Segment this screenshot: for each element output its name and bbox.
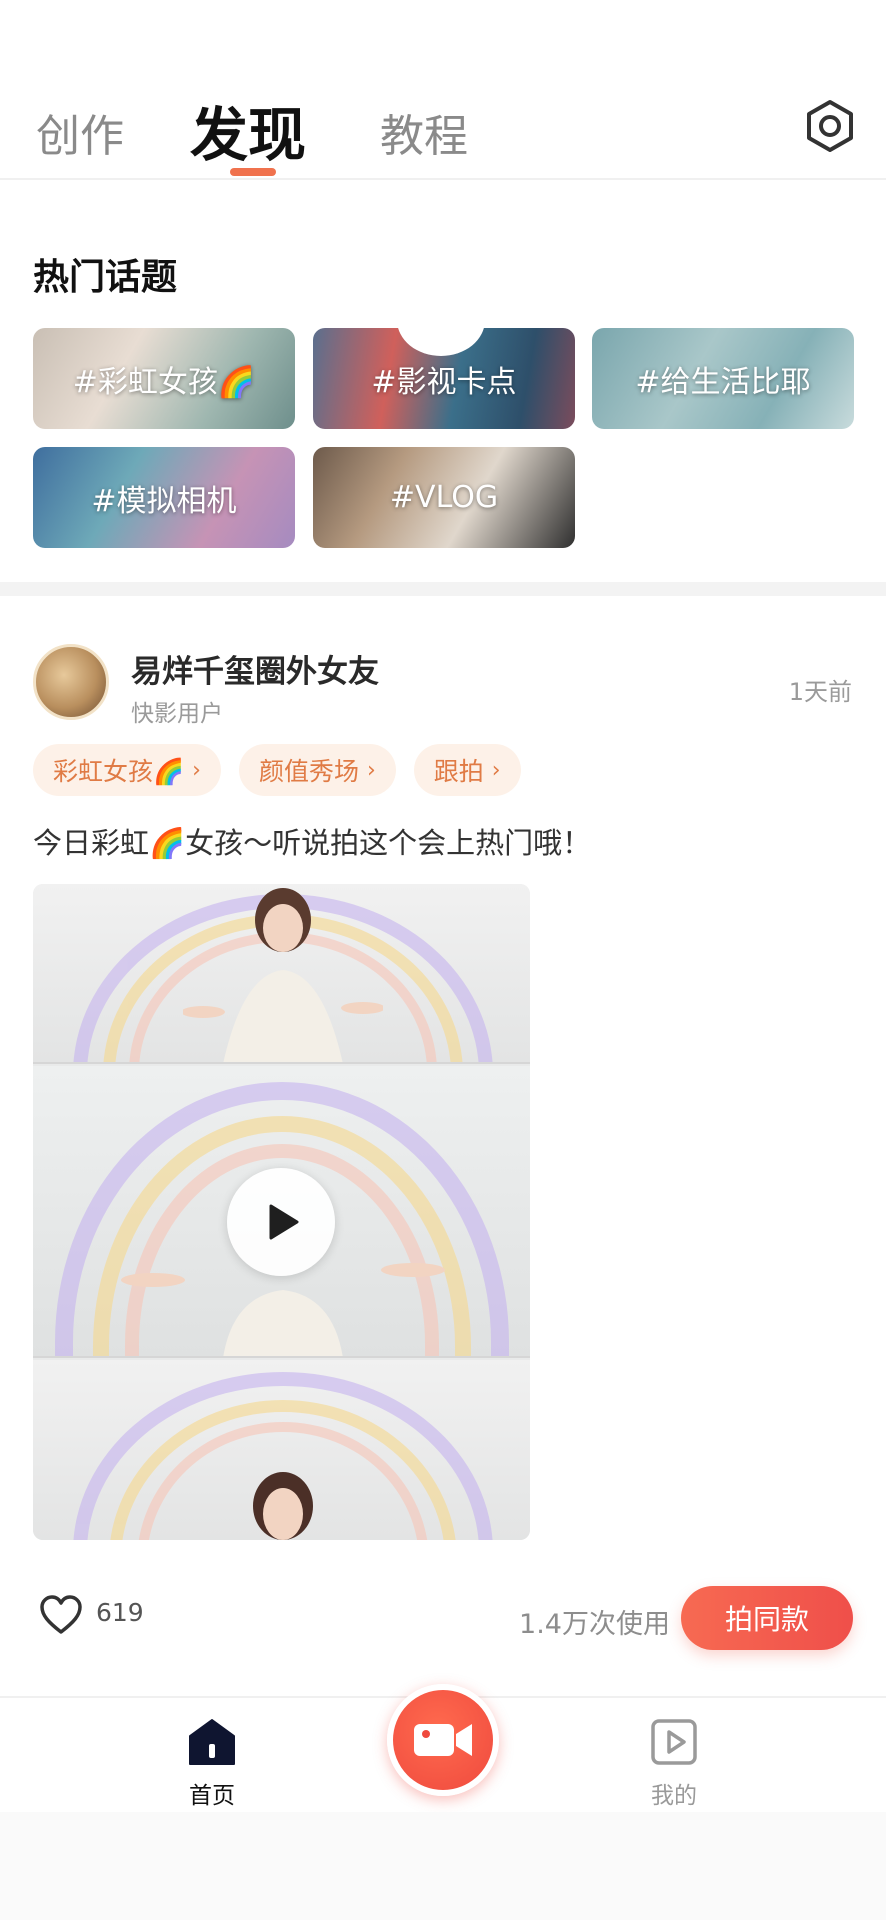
video-frame (33, 884, 530, 1064)
usage-count: 1.4万次使用 (519, 1609, 670, 1640)
nav-mine[interactable]: 我的 (634, 1716, 714, 1810)
chevron-right-icon: › (192, 757, 201, 783)
post-timestamp: 1天前 (788, 678, 852, 706)
play-icon (269, 1204, 299, 1240)
topic-card-vlog[interactable]: #VLOG (313, 447, 575, 548)
video-preview[interactable] (33, 884, 530, 1540)
nav-mine-label: 我的 (651, 1783, 697, 1809)
post-actions: 619 1.4万次使用 拍同款 (0, 1586, 886, 1656)
topic-card-film-beat[interactable]: #影视卡点 (313, 328, 575, 429)
home-icon (189, 1719, 235, 1765)
system-bottom-area (0, 1812, 886, 1920)
post-tags: 彩虹女孩🌈 › 颜值秀场 › 跟拍 › (33, 744, 521, 796)
topic-label: #彩虹女孩🌈 (72, 364, 256, 400)
top-tab-bar: 创作 发现 教程 (0, 0, 886, 180)
play-square-icon (651, 1719, 697, 1765)
topic-label: #VLOG (389, 480, 499, 515)
topic-label: #给生活比耶 (635, 364, 811, 400)
chevron-right-icon: › (366, 757, 376, 783)
chevron-right-icon: › (491, 757, 501, 783)
hot-topics-section: 热门话题 #彩虹女孩🌈 #影视卡点 #给生活比耶 #模拟相机 #VLOG (0, 182, 886, 582)
avatar[interactable] (33, 644, 109, 720)
topic-card-rainbow-girl[interactable]: #彩虹女孩🌈 (33, 328, 295, 429)
shoot-same-button[interactable]: 拍同款 (681, 1586, 853, 1650)
record-button[interactable] (387, 1684, 499, 1796)
video-frame (33, 1360, 530, 1540)
nav-home-label: 首页 (189, 1783, 235, 1809)
active-tab-indicator (230, 168, 276, 176)
post-username[interactable]: 易烊千玺圈外女友 (131, 646, 379, 691)
settings-button[interactable] (800, 96, 860, 156)
bottom-nav: 首页 我的 (0, 1684, 886, 1812)
heart-icon (40, 1595, 82, 1634)
section-divider (0, 582, 886, 596)
video-camera-icon (414, 1724, 472, 1756)
topic-label: #影视卡点 (371, 364, 517, 400)
tag-label: 跟拍 (433, 757, 484, 786)
post-user-subtitle: 快影用户 (131, 701, 223, 727)
hot-topics-title: 热门话题 (33, 257, 178, 298)
topic-label: #模拟相机 (91, 483, 237, 519)
post-caption: 今日彩虹🌈女孩～听说拍这个会上热门哦！ (33, 826, 592, 860)
post-tag-follow-shoot[interactable]: 跟拍 › (413, 744, 521, 796)
tab-create[interactable]: 创作 (36, 100, 124, 164)
topic-card-peace-sign[interactable]: #给生活比耶 (592, 328, 854, 429)
nav-home[interactable]: 首页 (172, 1716, 252, 1810)
tag-label: 颜值秀场 (258, 757, 359, 786)
play-button[interactable] (227, 1168, 335, 1276)
post-tag-beauty-show[interactable]: 颜值秀场 › (238, 744, 396, 796)
settings-hexagon-icon (807, 100, 853, 152)
feed-post: 易烊千玺圈外女友 快影用户 1天前 彩虹女孩🌈 › 颜值秀场 › 跟拍 › 今日… (0, 596, 886, 1696)
like-button[interactable] (38, 1592, 84, 1638)
post-tag-rainbow-girl[interactable]: 彩虹女孩🌈 › (33, 744, 221, 796)
tag-label: 彩虹女孩🌈 (53, 757, 185, 786)
like-count: 619 (96, 1598, 144, 1627)
tab-tutorial[interactable]: 教程 (380, 100, 468, 164)
topic-card-analog-camera[interactable]: #模拟相机 (33, 447, 295, 548)
tab-discover[interactable]: 发现 (190, 88, 306, 172)
